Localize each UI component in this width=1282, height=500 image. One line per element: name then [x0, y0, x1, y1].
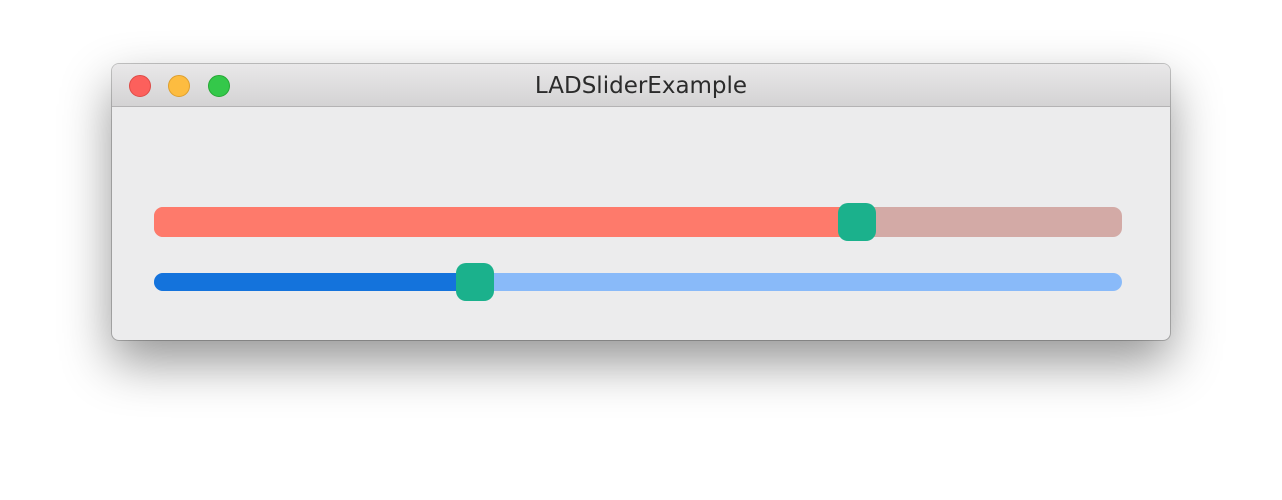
- slider-red[interactable]: [154, 203, 1122, 241]
- slider-thumb[interactable]: [837, 203, 876, 241]
- window-title: LADSliderExample: [534, 73, 748, 99]
- slider-blue[interactable]: [154, 263, 1122, 301]
- app-window: LADSliderExample: [112, 64, 1170, 340]
- window-content: [112, 107, 1170, 340]
- slider-thumb[interactable]: [456, 263, 495, 301]
- slider-fill: [154, 273, 476, 291]
- title-bar[interactable]: LADSliderExample: [112, 64, 1170, 107]
- slider-fill: [154, 207, 857, 237]
